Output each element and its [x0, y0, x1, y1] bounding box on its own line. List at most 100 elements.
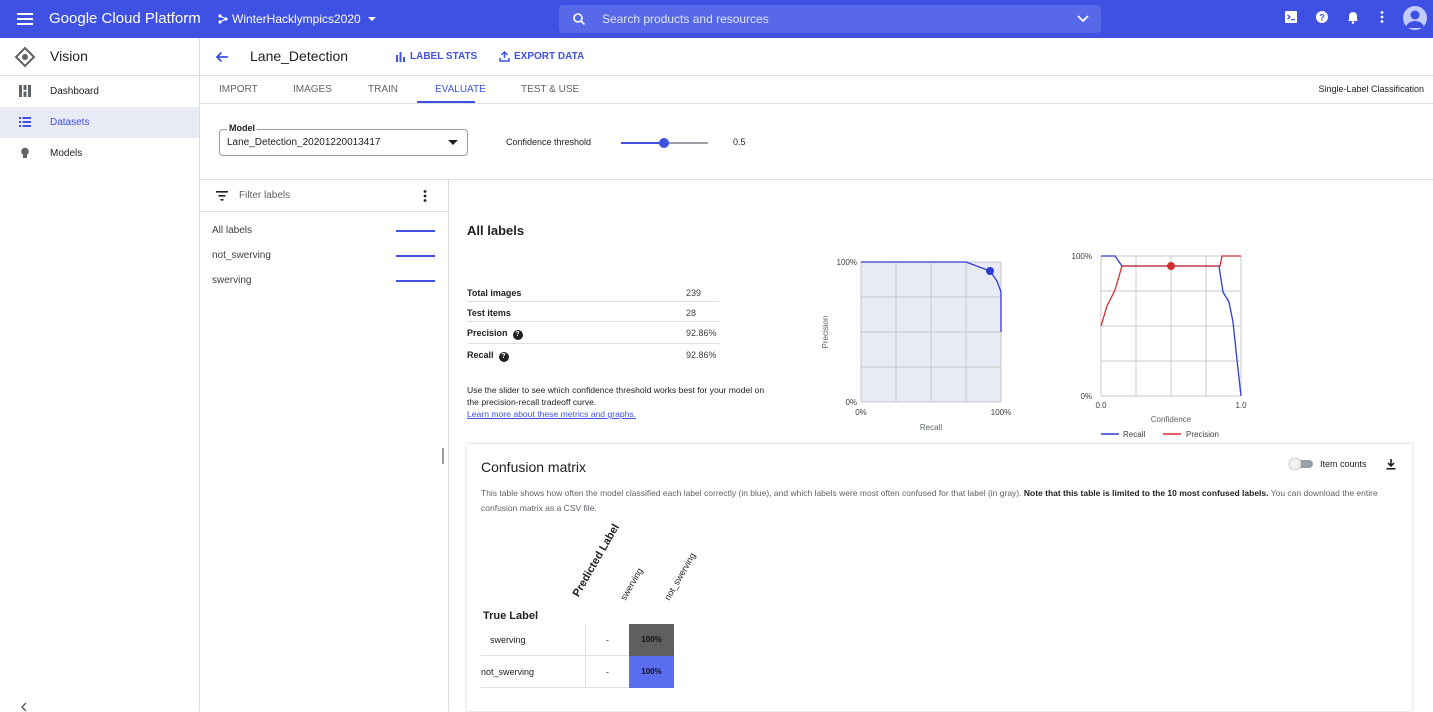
pr-y-bottom: 0% — [845, 398, 857, 407]
tab-evaluate[interactable]: EVALUATE — [435, 84, 486, 95]
help-icon[interactable]: ? — [1315, 10, 1329, 24]
more-vert-icon[interactable] — [422, 189, 428, 203]
metric-key: Total images — [467, 288, 522, 298]
conf-x-left: 0.0 — [1095, 401, 1107, 410]
legend-recall-label: Recall — [1123, 430, 1145, 439]
metric-key-recall: Recall? — [467, 350, 509, 362]
model-select-value: Lane_Detection_20201220013417 — [227, 137, 381, 148]
sidebar-item-dashboard[interactable]: Dashboard — [0, 76, 199, 107]
project-selector[interactable]: WinterHacklympics2020 — [218, 12, 379, 26]
cloud-shell-icon[interactable] — [1284, 10, 1298, 24]
pr-y-top: 100% — [837, 258, 857, 267]
table-row: not_swerving - 100% — [481, 656, 675, 688]
confidence-value: 0.5 — [733, 137, 746, 147]
search-icon — [573, 13, 586, 26]
sidebar-item-label: Dashboard — [50, 86, 99, 97]
tab-train[interactable]: TRAIN — [368, 84, 398, 95]
confidence-threshold-point — [1167, 262, 1175, 270]
learn-more-link[interactable]: Learn more about these metrics and graph… — [467, 408, 767, 420]
pr-y-label: Precision — [821, 316, 830, 349]
tab-test-use[interactable]: TEST & USE — [521, 84, 579, 95]
download-icon[interactable] — [1385, 458, 1397, 470]
help-icon[interactable]: ? — [512, 330, 523, 340]
labels-panel: Filter labels All labels not_swerving sw… — [200, 180, 449, 711]
search-placeholder: Search products and resources — [602, 12, 769, 26]
model-bar: Model Lane_Detection_20201220013417 Conf… — [200, 104, 1433, 180]
export-data-button[interactable]: EXPORT DATA — [499, 51, 584, 62]
dashboard-icon — [19, 85, 31, 97]
search-input[interactable]: Search products and resources — [559, 5, 1101, 33]
brand-title[interactable]: Google Cloud Platform — [49, 10, 201, 27]
metric-value: 92.86% — [686, 350, 717, 360]
confidence-slider-thumb[interactable] — [659, 138, 669, 148]
chevron-down-icon — [367, 17, 376, 21]
project-name: WinterHacklympics2020 — [232, 12, 361, 26]
back-arrow-icon[interactable] — [215, 50, 229, 64]
page-header: Lane_Detection LABEL STATS EXPORT DATA — [200, 38, 1433, 76]
sidebar-item-models[interactable]: Models — [0, 138, 199, 169]
dropdown-arrow-icon — [448, 140, 458, 145]
tab-images[interactable]: IMAGES — [293, 84, 332, 95]
filter-icon — [216, 191, 228, 201]
metrics-table: Total images 239 Test items 28 Precision? 9… — [467, 282, 719, 366]
sidebar-item-datasets[interactable]: Datasets — [0, 107, 199, 138]
label-item-name: swerving — [212, 275, 252, 286]
blurb-part: This table shows how often the model cla… — [481, 488, 1024, 498]
precision-recall-chart: 100% 0% 0% 100% Recall Precision — [821, 258, 1011, 432]
label-item-name: All labels — [212, 225, 253, 236]
model-select[interactable]: Model Lane_Detection_20201220013417 — [219, 123, 468, 156]
svg-text:?: ? — [1319, 13, 1325, 23]
column-header: not_swerving — [662, 551, 698, 602]
legend-precision-label: Precision — [1186, 430, 1219, 439]
tab-bar: IMPORT IMAGES TRAIN EVALUATE TEST & USE … — [200, 76, 1433, 104]
avatar[interactable] — [1403, 6, 1427, 30]
row-divider — [585, 624, 586, 656]
metric-key: Recall — [467, 350, 494, 360]
item-counts-toggle[interactable] — [1287, 458, 1315, 470]
metric-key: Precision — [467, 328, 508, 338]
row-divider — [585, 656, 586, 688]
label-item-name: not_swerving — [212, 250, 271, 261]
sidebar: Vision Dashboard Datasets Models — [0, 38, 200, 712]
metric-value: 28 — [686, 308, 697, 318]
section-title: All labels — [467, 223, 525, 238]
confusion-matrix-card: Confusion matrix Item counts This table … — [467, 444, 1412, 711]
column-header: swerving — [618, 566, 645, 602]
conf-x-label: Confidence — [1151, 415, 1192, 424]
row-label: not_swerving — [481, 667, 535, 677]
pr-threshold-point — [986, 267, 994, 275]
conf-y-bottom: 0% — [1080, 392, 1092, 401]
cm-cell-dash: - — [606, 667, 609, 677]
label-item-not-swerving[interactable]: not_swerving — [200, 243, 448, 268]
label-item-all[interactable]: All labels — [200, 218, 448, 243]
more-vert-icon[interactable] — [1378, 10, 1386, 24]
expand-search-icon[interactable] — [1076, 13, 1090, 25]
cm-cell-dash: - — [606, 635, 609, 645]
table-row: Total images 239 — [467, 282, 719, 302]
metric-value: 239 — [686, 288, 702, 298]
panel-resize-handle[interactable] — [442, 448, 444, 464]
label-line — [396, 230, 435, 232]
vision-logo-icon — [14, 46, 36, 68]
pr-x-right: 100% — [991, 408, 1011, 417]
label-item-swerving[interactable]: swerving — [200, 268, 448, 293]
table-row: Test items 28 — [467, 302, 719, 322]
project-icon — [218, 14, 228, 24]
confusion-matrix-title: Confusion matrix — [481, 459, 587, 475]
filter-labels-input[interactable]: Filter labels — [200, 180, 448, 212]
notifications-icon[interactable] — [1346, 10, 1360, 24]
row-label: swerving — [490, 635, 526, 645]
label-stats-button[interactable]: LABEL STATS — [395, 51, 477, 62]
metric-key: Test items — [467, 308, 511, 318]
account-icon — [1406, 10, 1424, 28]
help-icon[interactable]: ? — [498, 352, 509, 362]
tab-import[interactable]: IMPORT — [219, 84, 258, 95]
table-row: Recall? 92.86% — [467, 344, 719, 366]
conf-x-right: 1.0 — [1235, 401, 1247, 410]
evaluation-main: All labels Total images 239 Test items 28 … — [449, 180, 1433, 711]
page-title: Lane_Detection — [250, 48, 349, 64]
pr-x-label: Recall — [920, 423, 942, 432]
product-title: Vision — [50, 48, 88, 64]
lightbulb-icon — [21, 147, 29, 158]
menu-icon[interactable] — [14, 8, 36, 30]
